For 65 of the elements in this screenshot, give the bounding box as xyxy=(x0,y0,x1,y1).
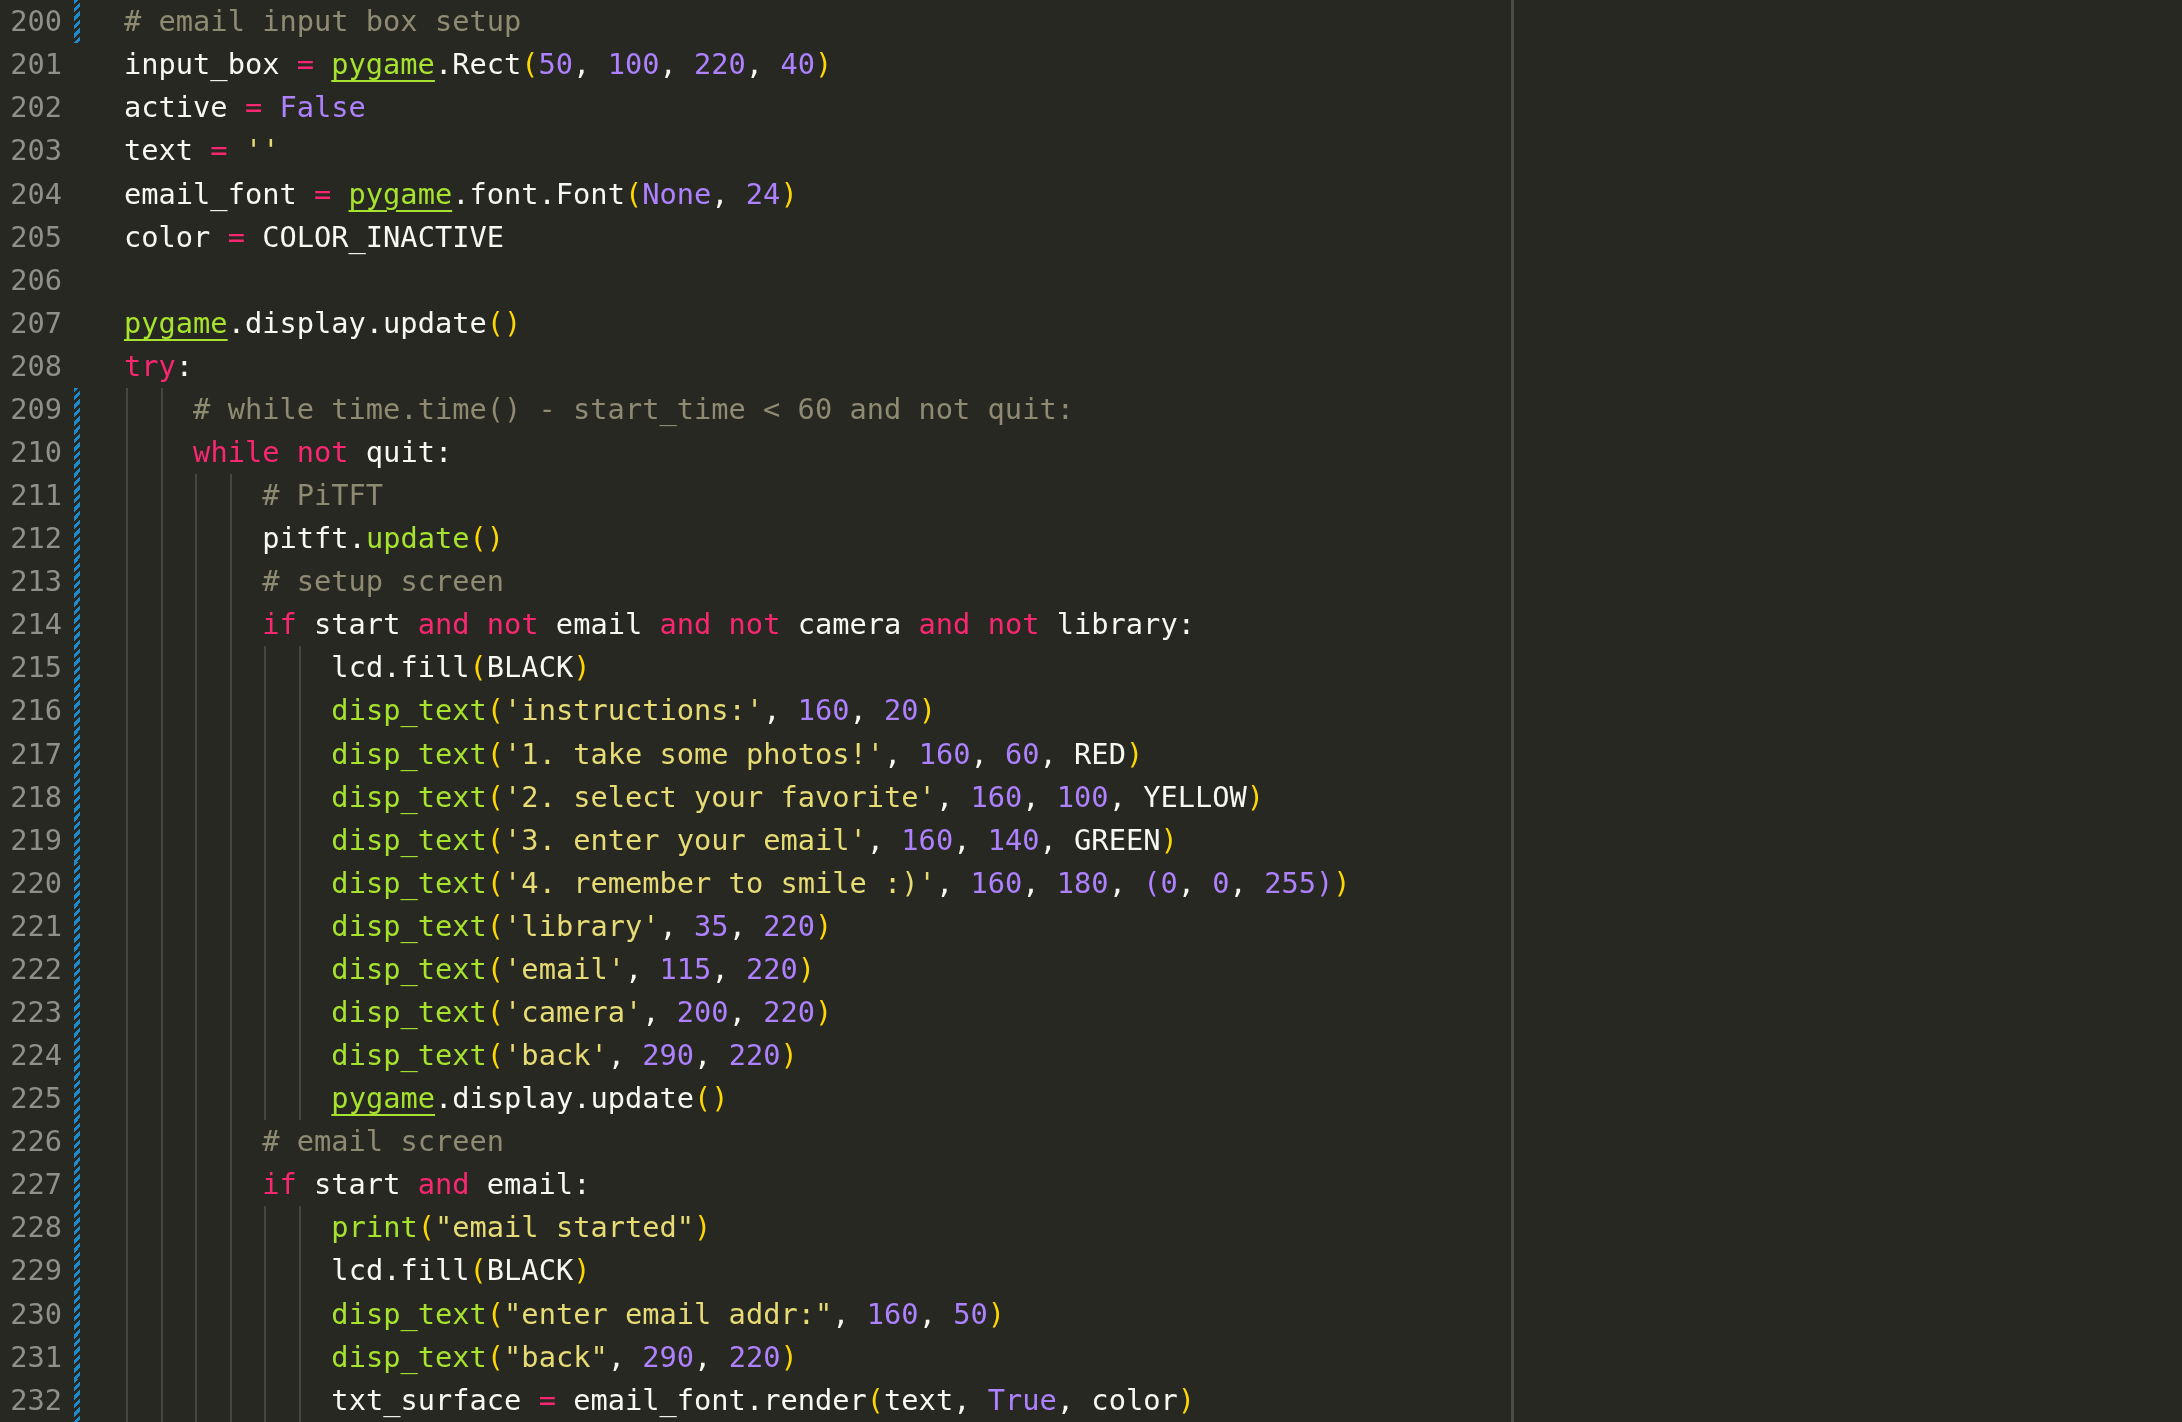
code-line: pitft.update() xyxy=(262,524,505,553)
code-line: disp_text('4. remember to smile :)', 160, 180, (0, 0, 255)) xyxy=(331,868,1351,898)
code-line: while not quit: xyxy=(193,437,453,467)
code-line: disp_text('back', 290, 220) xyxy=(331,1041,798,1070)
line-number: 206 xyxy=(9,265,62,295)
line-number: 202 xyxy=(9,93,62,123)
line-number: 217 xyxy=(9,739,62,769)
line-number: 214 xyxy=(9,610,62,639)
line-number: 226 xyxy=(9,1127,62,1156)
line-number: 228 xyxy=(9,1213,62,1243)
line-number: 208 xyxy=(9,351,62,381)
line-number: 221 xyxy=(9,911,62,941)
line-number: 230 xyxy=(9,1299,62,1329)
line-number: 222 xyxy=(9,954,62,984)
code-line: lcd.fill(BLACK) xyxy=(331,1256,591,1286)
code-line: disp_text("back", 290, 220) xyxy=(331,1342,798,1372)
line-number: 215 xyxy=(9,653,62,683)
code-line: disp_text('instructions:', 160, 20) xyxy=(331,696,936,726)
code-line: lcd.fill(BLACK) xyxy=(331,653,591,683)
code-line: pygame.display.update() xyxy=(124,308,522,338)
line-number: 225 xyxy=(9,1084,62,1113)
line-number: 232 xyxy=(9,1385,62,1415)
line-number: 207 xyxy=(9,308,62,338)
line-number: 211 xyxy=(9,481,62,510)
line-number: 220 xyxy=(9,868,62,898)
line-number: 201 xyxy=(9,50,62,79)
code-line: disp_text('email', 115, 220) xyxy=(331,954,816,984)
line-number: 218 xyxy=(9,782,62,812)
code-line: print("email started") xyxy=(331,1213,712,1243)
line-number: 219 xyxy=(9,825,62,855)
line-number: 204 xyxy=(9,179,62,209)
line-number: 212 xyxy=(9,524,62,553)
code-line: txt_surface = email_font.render(text, True, color) xyxy=(331,1385,1195,1415)
line-number: 200 xyxy=(9,7,62,36)
line-number: 203 xyxy=(9,136,62,166)
line-number: 209 xyxy=(9,394,62,424)
code-line: # while time.time() - start_time < 60 and not quit: xyxy=(193,394,1074,424)
line-number: 205 xyxy=(9,222,62,252)
code-line: # email screen xyxy=(262,1127,505,1156)
code-line: text = '' xyxy=(124,136,280,166)
code-line: # setup screen xyxy=(262,567,505,596)
code-line: disp_text('library', 35, 220) xyxy=(331,911,833,941)
code-line: # email input box setup xyxy=(124,7,522,36)
code-line: try: xyxy=(124,351,194,381)
line-number: 213 xyxy=(9,567,62,596)
code-line: if start and not email and not camera and not library: xyxy=(262,610,1195,639)
code-line: disp_text('2. select your favorite', 160, 100, YELLOW) xyxy=(331,782,1265,812)
code-line: input_box = pygame.Rect(50, 100, 220, 40) xyxy=(124,50,833,79)
code-line: if start and email: xyxy=(262,1170,591,1199)
code-line: color = COLOR_INACTIVE xyxy=(124,222,504,252)
code-line: active = False xyxy=(124,93,366,123)
code-line: email_font = pygame.font.Font(None, 24) xyxy=(124,179,798,209)
line-number: 224 xyxy=(9,1041,62,1070)
line-number: 227 xyxy=(9,1170,62,1199)
line-number: 210 xyxy=(9,437,62,467)
code-line: pygame.display.update() xyxy=(331,1084,729,1113)
code-line: disp_text('camera', 200, 220) xyxy=(331,998,833,1027)
line-number: 229 xyxy=(9,1256,62,1286)
line-number: 216 xyxy=(9,696,62,726)
code-line: disp_text('3. enter your email', 160, 140, GREEN) xyxy=(331,825,1178,855)
code-line: disp_text('1. take some photos!', 160, 60, RED) xyxy=(331,739,1144,769)
code-line: disp_text("enter email addr:", 160, 50) xyxy=(331,1299,1005,1329)
code-line: # PiTFT xyxy=(262,481,384,510)
line-number: 223 xyxy=(9,998,62,1027)
line-number: 231 xyxy=(9,1342,62,1372)
